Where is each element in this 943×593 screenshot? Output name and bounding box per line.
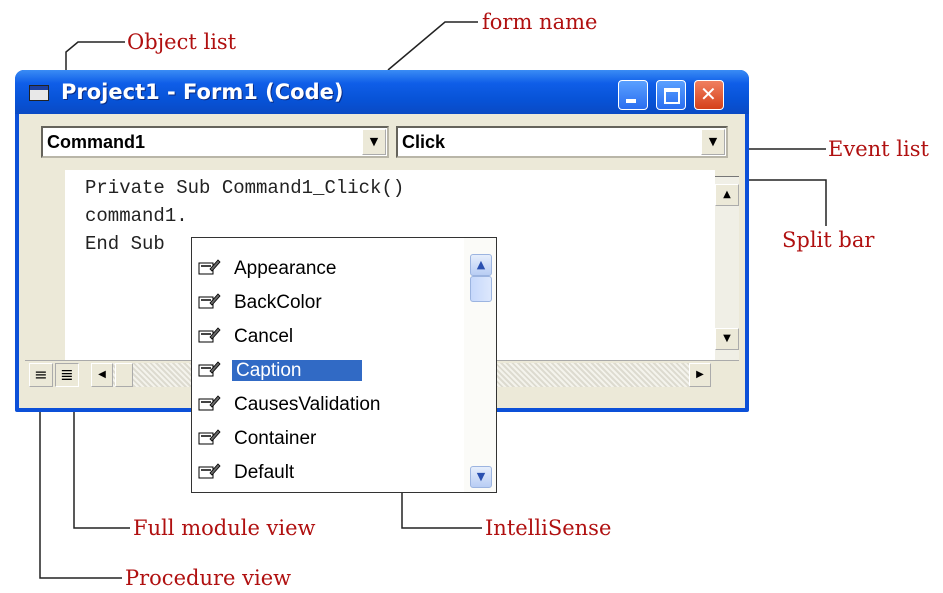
intellisense-item-label: Caption xyxy=(231,359,363,382)
procedure-view-leader xyxy=(39,398,122,579)
intellisense-item-label: Default xyxy=(234,462,295,483)
property-icon xyxy=(198,395,221,411)
form-name-label: form name xyxy=(482,10,598,34)
close-button[interactable] xyxy=(694,80,724,110)
scroll-up-button[interactable]: ▲ xyxy=(715,184,739,206)
intellisense-list[interactable]: Appearance BackColor Cancel Caption CausesVa… xyxy=(191,237,497,493)
scroll-left-button[interactable]: ◀ xyxy=(91,363,113,387)
object-list-value: Command1 xyxy=(47,132,146,152)
intellisense-item-label: Container xyxy=(234,428,317,449)
form-icon xyxy=(29,85,49,101)
event-list-value: Click xyxy=(402,132,446,152)
intellisense-item-label: Cancel xyxy=(234,326,294,347)
code-line: command1. xyxy=(85,205,188,227)
full-module-view-leader xyxy=(73,398,130,529)
intellisense-item[interactable]: Cancel xyxy=(196,322,462,352)
object-list-label: Object list xyxy=(127,30,237,54)
scroll-down-button[interactable]: ▼ xyxy=(715,328,739,350)
intellisense-item[interactable]: BackColor xyxy=(196,288,462,318)
chevron-down-icon[interactable]: ▼ xyxy=(362,129,386,155)
property-icon xyxy=(198,293,221,309)
code-line: Private Sub Command1_Click() xyxy=(85,177,405,199)
intellisense-item-label: Appearance xyxy=(234,258,337,279)
intellisense-scroll-thumb[interactable] xyxy=(470,276,492,302)
property-icon xyxy=(198,429,221,445)
window-title: Project1 - Form1 (Code) xyxy=(61,80,344,104)
minimize-button[interactable] xyxy=(618,80,648,110)
split-bar[interactable] xyxy=(715,170,739,177)
intellisense-item[interactable]: CausesValidation xyxy=(196,390,462,420)
scroll-thumb[interactable] xyxy=(115,363,133,387)
maximize-button[interactable] xyxy=(656,80,686,110)
margin-indicator-bar[interactable] xyxy=(25,170,66,360)
intellisense-item[interactable]: Caption xyxy=(196,356,462,386)
procedure-view-label: Procedure view xyxy=(125,566,292,590)
form-name-leader xyxy=(387,21,478,71)
intellisense-item-label: CausesValidation xyxy=(234,394,381,415)
split-bar-label: Split bar xyxy=(782,228,875,252)
chevron-down-icon[interactable]: ▼ xyxy=(701,129,725,155)
event-list-label: Event list xyxy=(828,137,929,161)
intellisense-scrollbar[interactable]: ▲ ▼ xyxy=(464,238,496,492)
property-icon xyxy=(198,361,221,377)
property-icon xyxy=(198,463,221,479)
intellisense-item[interactable]: Container xyxy=(196,424,462,454)
intellisense-item[interactable]: Appearance xyxy=(196,254,462,284)
full-module-view-icon[interactable]: ≣ xyxy=(55,363,79,387)
object-list-combo[interactable]: Command1 ▼ xyxy=(41,126,389,158)
procedure-view-icon[interactable]: ≡ xyxy=(29,363,53,387)
property-icon xyxy=(198,327,221,343)
title-bar[interactable]: Project1 - Form1 (Code) xyxy=(15,70,749,114)
event-list-combo[interactable]: Click ▼ xyxy=(396,126,728,158)
intellisense-item[interactable]: Default xyxy=(196,458,462,488)
scroll-right-button[interactable]: ▶ xyxy=(689,363,711,387)
vertical-scrollbar[interactable]: ▲ ▼ xyxy=(715,170,739,360)
intellisense-label: IntelliSense xyxy=(485,516,612,540)
property-icon xyxy=(198,259,221,275)
full-module-view-label: Full module view xyxy=(133,516,316,540)
chevron-up-icon[interactable]: ▲ xyxy=(470,254,492,276)
intellisense-item-label: BackColor xyxy=(234,292,322,313)
chevron-down-icon[interactable]: ▼ xyxy=(470,466,492,488)
